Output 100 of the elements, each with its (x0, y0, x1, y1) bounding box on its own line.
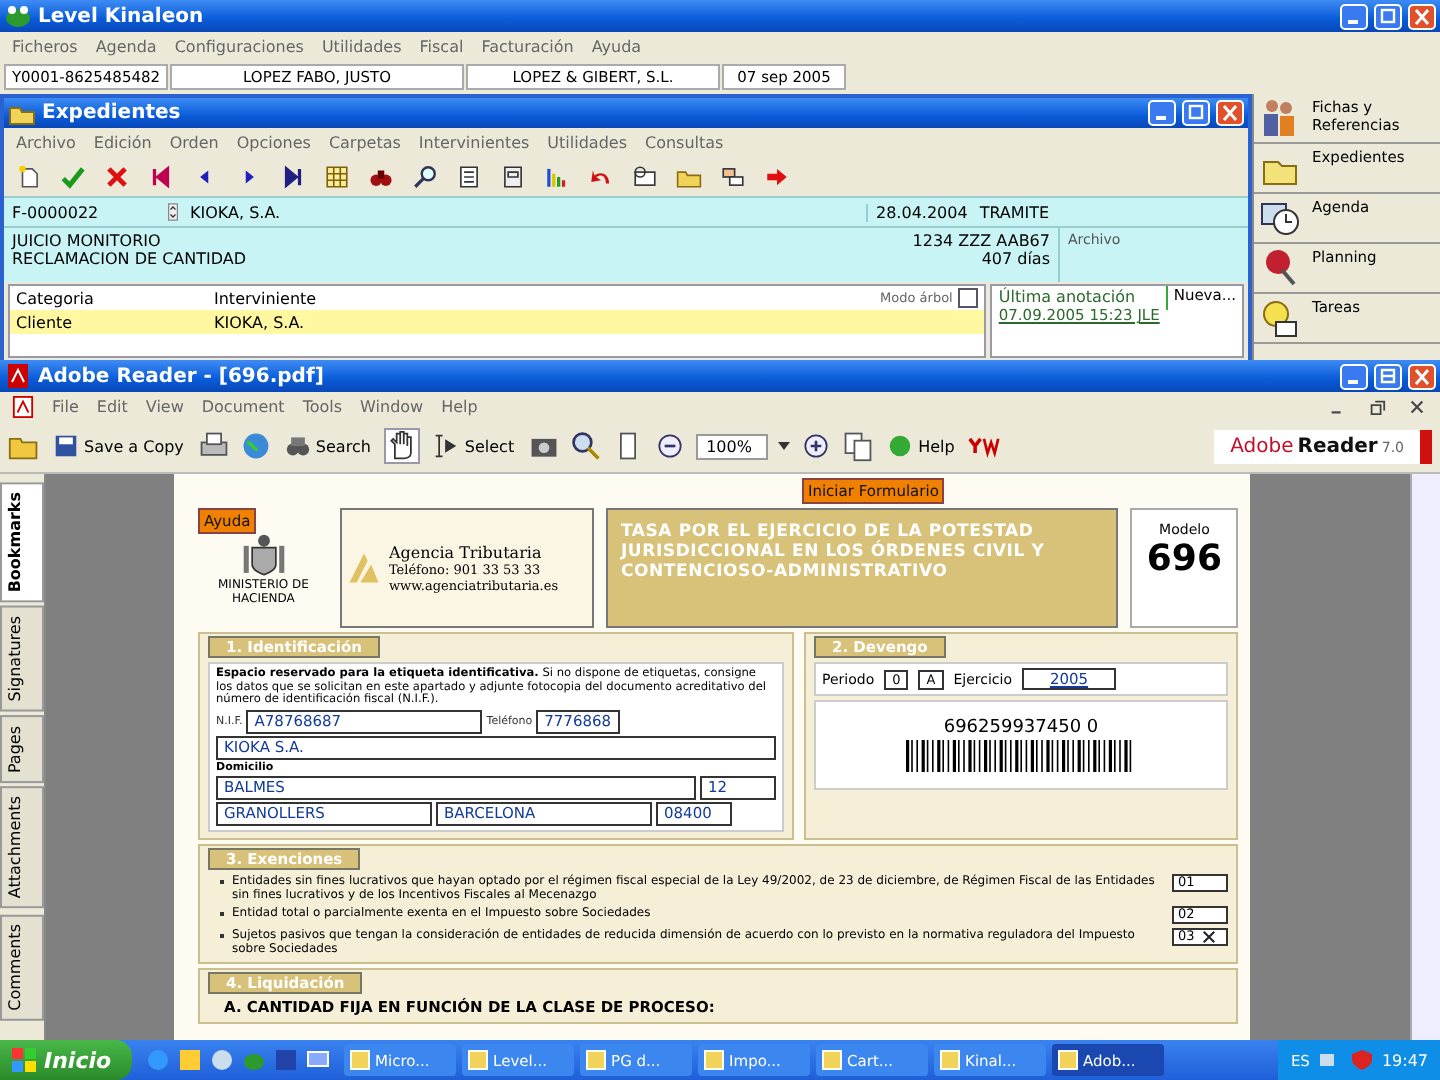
column-header: Interviniente (212, 289, 319, 307)
restore-button[interactable] (1368, 397, 1386, 415)
app-icon[interactable] (177, 1048, 202, 1072)
app-icon[interactable] (209, 1048, 234, 1072)
zoom-in-icon[interactable] (800, 430, 833, 462)
menu-item[interactable]: Edición (93, 133, 152, 151)
grid-icon[interactable] (324, 163, 350, 189)
menu-item[interactable]: Window (360, 397, 424, 415)
window-icon (585, 1050, 606, 1070)
minimize-button[interactable] (1148, 100, 1176, 126)
agency-name: Agencia Tributaria (388, 543, 544, 561)
menu-item[interactable]: Consultas (644, 133, 724, 151)
menu-item[interactable]: Intervinientes (418, 133, 530, 151)
side-tab[interactable]: Signatures (0, 606, 44, 712)
windows-logo-icon (12, 1048, 36, 1072)
menu-item[interactable]: Utilidades (321, 37, 402, 55)
pages-icon[interactable] (842, 430, 875, 462)
case-description: JUICIO MONITORIO (12, 232, 163, 250)
tree-mode-checkbox[interactable] (958, 288, 979, 308)
side-tab[interactable]: Comments (0, 913, 44, 1020)
check-icon[interactable] (60, 163, 86, 189)
menu-item[interactable]: Ayuda (591, 37, 642, 55)
binoculars-icon (285, 434, 310, 458)
window-title: Expedientes (42, 102, 181, 124)
window-icon (349, 1050, 370, 1070)
text-cursor-icon (434, 434, 459, 458)
help-icon (888, 434, 913, 458)
document-icon[interactable] (500, 163, 526, 189)
maximize-button[interactable] (1374, 3, 1402, 29)
menu-item[interactable]: Ficheros (12, 37, 78, 55)
table-row[interactable]: Cliente KIOKA, S.A. (10, 310, 985, 334)
globe-icon[interactable] (239, 430, 272, 462)
envelope-icon[interactable] (632, 163, 658, 189)
save-copy-button[interactable]: Save a Copy (50, 430, 188, 462)
window-icon (703, 1050, 724, 1070)
minimize-button[interactable] (1340, 3, 1368, 29)
record-number: F-0000022 (10, 203, 101, 221)
close-icon[interactable] (104, 163, 130, 189)
people-icon (1260, 98, 1300, 138)
hand-icon[interactable] (384, 428, 421, 464)
zoom-field[interactable]: 100% (696, 433, 769, 459)
menu-item[interactable]: Agenda (95, 37, 157, 55)
printer-icon[interactable] (197, 430, 230, 462)
menu-item[interactable]: Edit (96, 397, 128, 415)
record-date: 28.04.2004 (866, 203, 968, 221)
side-tab[interactable]: Attachments (0, 786, 44, 910)
menu-item[interactable]: Tools (302, 397, 343, 415)
barcode-number: 696259937450 0 (943, 718, 1099, 738)
menu-item[interactable]: Facturación (481, 37, 574, 55)
window-icon (1057, 1050, 1078, 1070)
caret-icon[interactable] (778, 442, 791, 450)
pdf-icon[interactable] (12, 395, 34, 417)
menu-item[interactable]: Archivo (16, 133, 76, 151)
close-button[interactable] (1408, 397, 1426, 415)
document-icon (4, 364, 32, 388)
bar-chart-icon[interactable] (544, 163, 570, 189)
clock: 19:47 (1381, 1051, 1428, 1069)
window-icon (821, 1050, 842, 1070)
window-icon (467, 1050, 488, 1070)
menu-item[interactable]: Document (201, 397, 285, 415)
menu-item[interactable]: View (145, 397, 184, 415)
menu-item[interactable]: Configuraciones (174, 37, 304, 55)
zoom-icon[interactable] (570, 430, 603, 462)
new-document-icon[interactable] (16, 163, 42, 189)
menu-item[interactable]: Utilidades (547, 133, 627, 151)
last-record-icon[interactable] (280, 163, 306, 189)
menu-item[interactable]: File (52, 397, 79, 415)
scrollbar[interactable] (1410, 474, 1440, 1040)
side-tab[interactable]: Pages (0, 715, 44, 783)
case-description: RECLAMACION DE CANTIDAD (12, 250, 249, 268)
menu-item[interactable]: Orden (169, 133, 219, 151)
maximize-button[interactable] (1374, 363, 1402, 389)
menu-item[interactable]: Opciones (236, 133, 311, 151)
window-icon (939, 1050, 960, 1070)
table-cell-text: Cliente (14, 313, 75, 331)
pin-icon (1260, 248, 1300, 288)
days-count: 407 días (981, 250, 1050, 268)
table-cell-text: KIOKA, S.A. (212, 313, 307, 331)
last-note-label: Última anotación (998, 288, 1138, 306)
document-icon[interactable] (456, 163, 482, 189)
side-tab[interactable]: Bookmarks (0, 482, 44, 603)
record-status: TRAMITE (979, 203, 1050, 221)
window-title: Level Kinaleon (38, 5, 204, 27)
windows-icon[interactable] (720, 163, 746, 189)
search-button[interactable]: Search (281, 430, 375, 462)
agency-logo-icon (346, 550, 383, 586)
menu-item[interactable]: Help (441, 397, 478, 415)
spinner-icon[interactable] (168, 202, 178, 222)
help-button[interactable]: Help (884, 430, 959, 462)
menu-item[interactable]: Fiscal (419, 37, 464, 55)
minimize-button[interactable] (1340, 363, 1368, 389)
search-icon[interactable] (412, 163, 438, 189)
arrow-right-icon[interactable] (764, 163, 790, 189)
maximize-button[interactable] (1182, 100, 1210, 126)
cross-icon (1202, 929, 1217, 943)
select-text-button[interactable]: Select (430, 430, 519, 462)
zoom-out-icon[interactable] (654, 430, 687, 462)
menu-item[interactable]: Carpetas (328, 133, 401, 151)
desktop-icon[interactable] (305, 1048, 330, 1072)
first-record-icon[interactable] (148, 163, 174, 189)
